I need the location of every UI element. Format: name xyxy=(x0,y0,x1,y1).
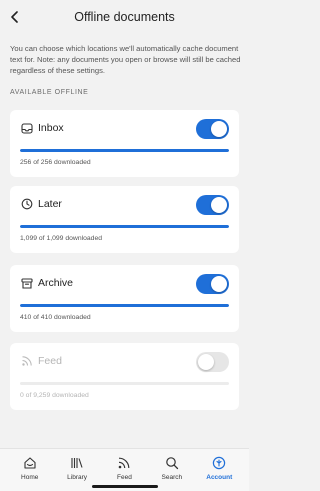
location-card-archive: Archive 410 of 410 downloaded xyxy=(10,265,239,332)
location-label: Later xyxy=(38,198,62,210)
tab-library[interactable]: Library xyxy=(55,449,99,489)
download-progress-bar xyxy=(20,149,229,152)
download-progress-bar xyxy=(20,304,229,307)
archive-toggle[interactable] xyxy=(196,274,229,294)
download-count: 410 of 410 downloaded xyxy=(20,314,91,321)
download-progress-bar xyxy=(20,382,229,385)
toggle-knob xyxy=(211,276,227,292)
download-progress-bar xyxy=(20,225,229,228)
archive-icon xyxy=(21,277,33,289)
location-card-feed: Feed 0 of 9,259 downloaded xyxy=(10,343,239,410)
location-label: Archive xyxy=(38,277,74,289)
page-title: Offline documents xyxy=(74,10,175,24)
toggle-knob xyxy=(211,197,227,213)
tab-label: Home xyxy=(21,474,39,481)
section-label: AVAILABLE OFFLINE xyxy=(10,89,89,96)
progress-fill xyxy=(20,304,229,307)
tab-label: Search xyxy=(161,474,183,481)
tab-feed[interactable]: Feed xyxy=(102,449,146,489)
progress-fill xyxy=(20,225,229,228)
toggle-knob xyxy=(211,121,227,137)
download-count: 1,099 of 1,099 downloaded xyxy=(20,235,103,242)
progress-fill xyxy=(20,149,229,152)
location-card-later: Later 1,099 of 1,099 downloaded xyxy=(10,186,239,253)
tab-label: Library xyxy=(67,474,88,481)
header: Offline documents xyxy=(0,0,249,34)
download-count: 256 of 256 downloaded xyxy=(20,159,91,166)
home-indicator xyxy=(92,485,158,488)
later-toggle[interactable] xyxy=(196,195,229,215)
clock-icon xyxy=(21,198,33,210)
offline-documents-screen: Offline documents You can choose which l… xyxy=(0,0,249,491)
tab-home[interactable]: Home xyxy=(8,449,52,489)
feed-toggle[interactable] xyxy=(196,352,229,372)
inbox-toggle[interactable] xyxy=(196,119,229,139)
location-label: Inbox xyxy=(38,122,64,134)
description-text: You can choose which locations we'll aut… xyxy=(10,44,241,75)
location-card-inbox: Inbox 256 of 256 downloaded xyxy=(10,110,239,177)
location-label: Feed xyxy=(38,355,62,367)
inbox-icon xyxy=(21,122,33,134)
rss-icon xyxy=(21,355,33,367)
library-icon xyxy=(70,456,84,470)
rss-icon xyxy=(117,456,131,470)
tab-account[interactable]: Account xyxy=(197,449,241,489)
download-count: 0 of 9,259 downloaded xyxy=(20,392,89,399)
home-icon xyxy=(23,456,37,470)
tab-label: Feed xyxy=(117,474,132,481)
tab-label: Account xyxy=(206,474,233,481)
toggle-knob xyxy=(198,354,214,370)
search-icon xyxy=(165,456,179,470)
tab-search[interactable]: Search xyxy=(150,449,194,489)
account-icon xyxy=(212,456,226,470)
